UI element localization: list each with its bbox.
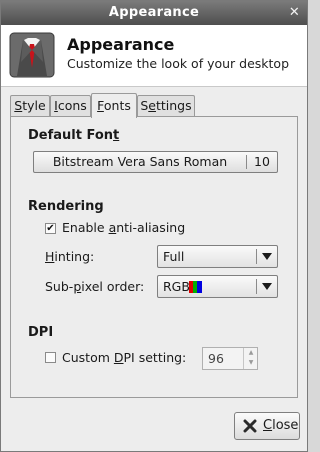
default-font-heading: Default Font <box>28 128 120 143</box>
font-size: 10 <box>254 154 270 169</box>
font-name: Bitstream Vera Sans Roman <box>52 154 228 169</box>
tab-icons[interactable]: Icons <box>50 95 91 117</box>
title-bar[interactable]: Appearance ✕ <box>1 1 307 25</box>
tab-settings[interactable]: Settings <box>137 95 195 117</box>
font-chooser-button[interactable]: Bitstream Vera Sans Roman 10 <box>33 151 278 173</box>
titlebar-close-icon[interactable]: ✕ <box>286 4 303 21</box>
dpi-heading: DPI <box>28 325 54 340</box>
spin-up-icon[interactable]: ▲ <box>246 348 256 358</box>
window-title: Appearance <box>108 5 200 20</box>
header-title: Appearance <box>67 35 175 54</box>
suit-tie-icon <box>9 32 55 78</box>
spin-down-icon[interactable]: ▼ <box>246 358 256 368</box>
custom-dpi-label[interactable]: Custom DPI setting: <box>62 350 186 365</box>
subpixel-order-label: Sub-pixel order: <box>45 279 145 294</box>
combo-separator <box>256 249 257 264</box>
rgb-stripes-icon <box>189 281 202 293</box>
tab-fonts[interactable]: Fonts <box>91 93 137 118</box>
tab-style[interactable]: Style <box>10 95 50 117</box>
antialiasing-label[interactable]: Enable anti-aliasing <box>62 220 185 235</box>
subpixel-order-combobox[interactable]: RGB <box>157 275 278 298</box>
hinting-combobox[interactable]: Full <box>157 245 278 268</box>
appearance-window: Appearance ✕ Appearance Customize the lo… <box>0 0 308 452</box>
close-button-label: Close <box>263 418 299 433</box>
dialog-header: Appearance Customize the look of your de… <box>1 25 307 87</box>
subpixel-order-value: RGB <box>163 279 190 294</box>
combo-separator <box>256 279 257 294</box>
rendering-heading: Rendering <box>28 199 104 214</box>
dpi-value: 96 <box>208 351 224 366</box>
dpi-spinbutton[interactable]: 96 ▲ ▼ <box>202 347 258 370</box>
custom-dpi-checkbox[interactable] <box>45 352 56 363</box>
close-button[interactable]: Close <box>234 412 300 440</box>
hinting-label: Hinting: <box>45 249 95 264</box>
close-x-icon <box>243 419 257 433</box>
chevron-down-icon <box>262 283 272 290</box>
spin-buttons: ▲ ▼ <box>243 348 257 369</box>
chevron-down-icon <box>262 253 272 260</box>
header-subtitle: Customize the look of your desktop <box>67 56 290 71</box>
antialiasing-checkbox[interactable]: ✔ <box>45 223 56 234</box>
hinting-value: Full <box>163 249 185 264</box>
